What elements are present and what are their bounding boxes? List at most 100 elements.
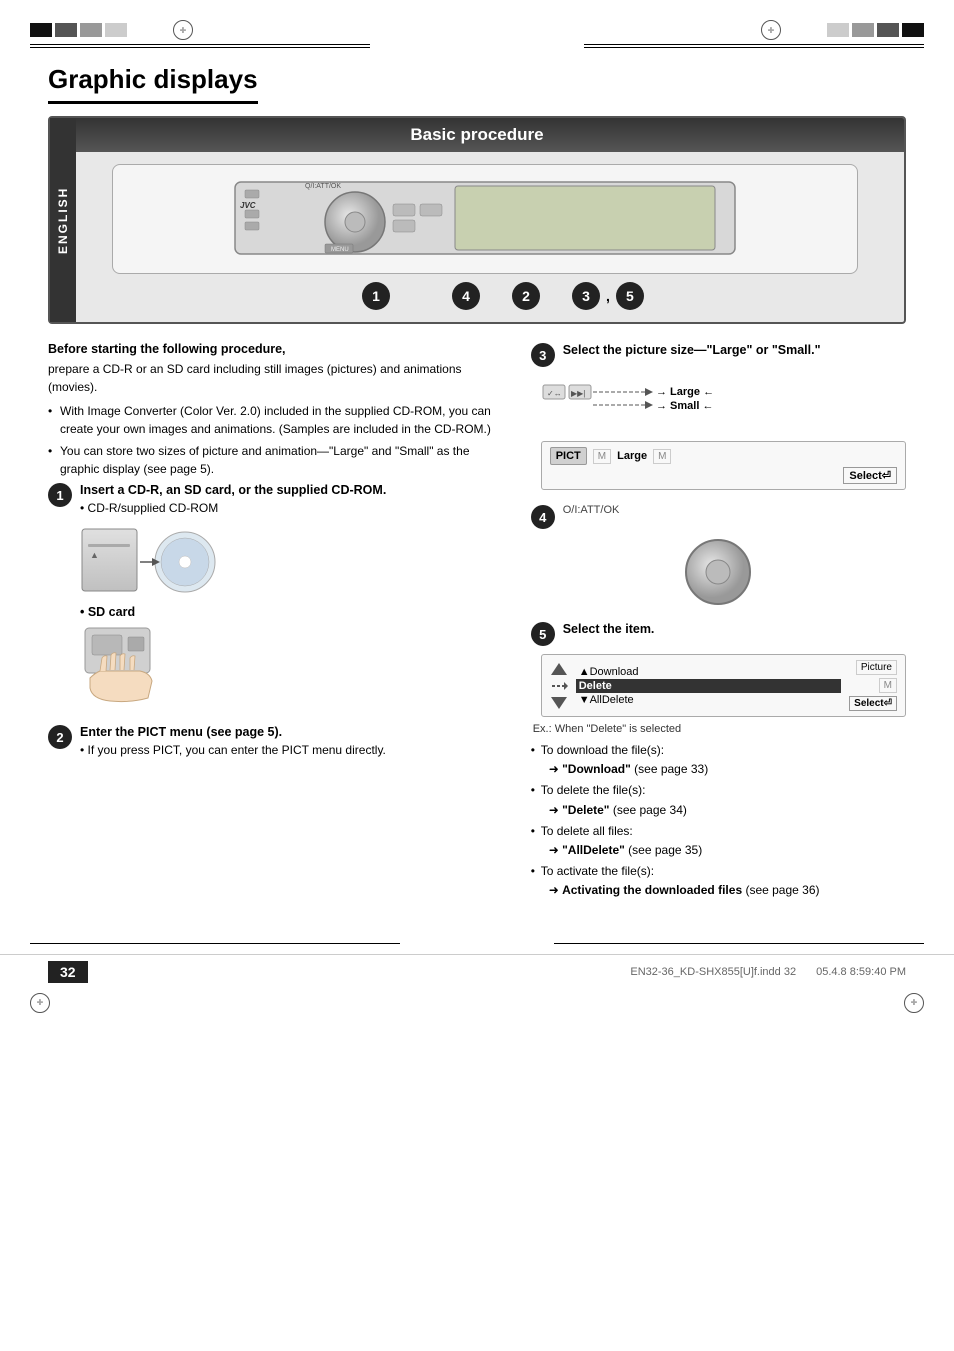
step5-heading: 5 Select the item. [531,621,906,646]
svg-text:→ Small ←: → Small ← [656,400,713,412]
bottom-rule-right [554,943,924,944]
top-rule2-right [584,47,924,48]
step1-text: Insert a CD-R, an SD card, or the suppli… [80,482,386,500]
deco-block-1 [30,23,52,37]
step5-right-panel: Picture M Select⏎ [849,660,897,711]
menu-item-alldelete: ▼AllDelete [576,693,841,707]
file-ref: EN32-36_KD-SHX855[U]f.indd 32 [630,966,796,978]
bottom-deco-right: ✛ [904,993,924,1013]
step2-section: 2 Enter the PICT menu (see page 5). • If… [48,724,507,758]
step3-num: 3 [531,343,555,367]
step3-knob-svg: ✓↔ ▶▶| → Large ← → Small ← [541,375,741,430]
deco-block-5 [827,23,849,37]
intro-bold: Before starting the following procedure, [48,342,507,356]
top-rule2-left [30,47,370,48]
steps-row: 1 4 2 3 , 5 [80,282,890,310]
ex-note: Ex.: When "Delete" is selected [533,723,906,735]
step3-heading: 3 Select the picture size—"Large" or "Sm… [531,342,906,367]
right-column: 3 Select the picture size—"Large" or "Sm… [531,342,906,915]
section-inner: JVC Q/I:ATT/OK [50,152,904,322]
intro-bullets: With Image Converter (Color Ver. 2.0) in… [48,402,507,478]
pict-m-left: M [593,449,611,464]
step4-knob-label: O/I:ATT/OK [563,504,620,516]
step5-section: 5 Select the item. [531,621,906,901]
top-decorative-bar: ✛ ✛ [0,20,954,40]
pict-large-option: Large [617,450,647,462]
step-comma: , [606,288,610,304]
step1-sub: • CD-R/supplied CD-ROM [80,500,386,517]
step5-num: 5 [531,622,555,646]
step1-heading: 1 Insert a CD-R, an SD card, or the supp… [48,482,507,516]
step2-text: Enter the PICT menu (see page 5). [80,724,386,742]
page-container: ✛ ✛ Graphic displays ENGLISH Basic proce… [0,0,954,1351]
bottom-bar: 32 EN32-36_KD-SHX855[U]f.indd 32 05.4.8 … [0,954,954,989]
step-circle-2: 2 [512,282,540,310]
deco-block-3 [80,23,102,37]
svg-text:MENU: MENU [331,247,349,253]
device-svg: JVC Q/I:ATT/OK [225,172,745,267]
step5-arrow-1: ➜ "Download" (see page 33) [541,762,709,776]
step1-num: 1 [48,483,72,507]
ok-knob-svg [683,537,753,607]
step5-arrow-3: ➜ "AllDelete" (see page 35) [541,843,703,857]
step5-arrow-line-svg [550,679,568,693]
intro-body: prepare a CD-R or an SD card including s… [48,360,507,396]
menu-item-download: ▲Download [576,665,841,679]
two-column-layout: Before starting the following procedure,… [48,342,906,915]
device-image: JVC Q/I:ATT/OK [112,164,857,274]
step5-picture-label: Picture [856,660,897,675]
reg-circle-left: ✛ [173,20,193,40]
bottom-reg-circle-left: ✛ [30,993,50,1013]
top-rule-left [30,44,370,45]
menu-item-delete: Delete [576,679,841,693]
step-circle-3: 3 [572,282,600,310]
bottom-reg-circle-right: ✛ [904,993,924,1013]
bottom-rule-left [30,943,400,944]
deco-right: ✛ [761,20,924,40]
deco-block-4 [105,23,127,37]
svg-text:▲: ▲ [90,550,99,560]
svg-text:→ Large ←: → Large ← [656,386,714,398]
step4-section: 4 O/I:ATT/OK [531,504,906,607]
main-section: ENGLISH Basic procedure JVC Q/I:ATT/OK [48,116,906,324]
page-title: Graphic displays [48,64,258,104]
step4-num: 4 [531,505,555,529]
step5-text: Select the item. [563,621,655,639]
reg-circle-right: ✛ [761,20,781,40]
step5-menu-items: ▲Download Delete ▼AllDelete [576,665,841,707]
svg-text:Q/I:ATT/OK: Q/I:ATT/OK [305,183,341,190]
step5-bullets: To download the file(s): ➜ "Download" (s… [531,741,906,901]
deco-block-6 [852,23,874,37]
step-circle-1: 1 [362,282,390,310]
step2-num: 2 [48,725,72,749]
cd-reader-svg: ▲ [80,524,220,599]
step5-arrow-2: ➜ "Delete" (see page 34) [541,803,687,817]
pict-m-right: M [653,449,671,464]
step5-bullet-4: To activate the file(s): ➜ Activating th… [531,862,906,900]
step2-sub: • If you press PICT, you can enter the P… [80,742,386,759]
deco-block-7 [877,23,899,37]
step5-bullet-3: To delete all files: ➜ "AllDelete" (see … [531,822,906,860]
bottom-deco-left: ✛ [30,993,50,1013]
step1-section: 1 Insert a CD-R, an SD card, or the supp… [48,482,507,708]
step5-select: Select⏎ [849,696,897,711]
bottom-decorative-bar: ✛ ✛ [0,993,954,1013]
step5-display: ▲Download Delete ▼AllDelete Picture M Se… [541,654,906,717]
step4-heading: 4 O/I:ATT/OK [531,504,906,529]
bullet-1: With Image Converter (Color Ver. 2.0) in… [48,402,507,438]
english-sidebar-label: ENGLISH [50,118,76,322]
section-header: Basic procedure [50,118,904,152]
step5-nav [550,662,568,710]
deco-block-8 [902,23,924,37]
sd-label: • SD card [80,605,507,619]
step2-heading: 2 Enter the PICT menu (see page 5). • If… [48,724,507,758]
top-rule-right [584,44,924,45]
pict-display: PICT M Large M [550,447,897,465]
step3-text: Select the picture size—"Large" or "Smal… [563,342,821,360]
step5-arrow-4: ➜ Activating the downloaded files (see p… [541,883,820,897]
left-column: Before starting the following procedure,… [48,342,507,915]
svg-text:▶▶|: ▶▶| [571,389,585,398]
step5-bullet-1: To download the file(s): ➜ "Download" (s… [531,741,906,779]
page-number: 32 [48,961,88,983]
step5-up-arrow-svg [550,662,568,676]
